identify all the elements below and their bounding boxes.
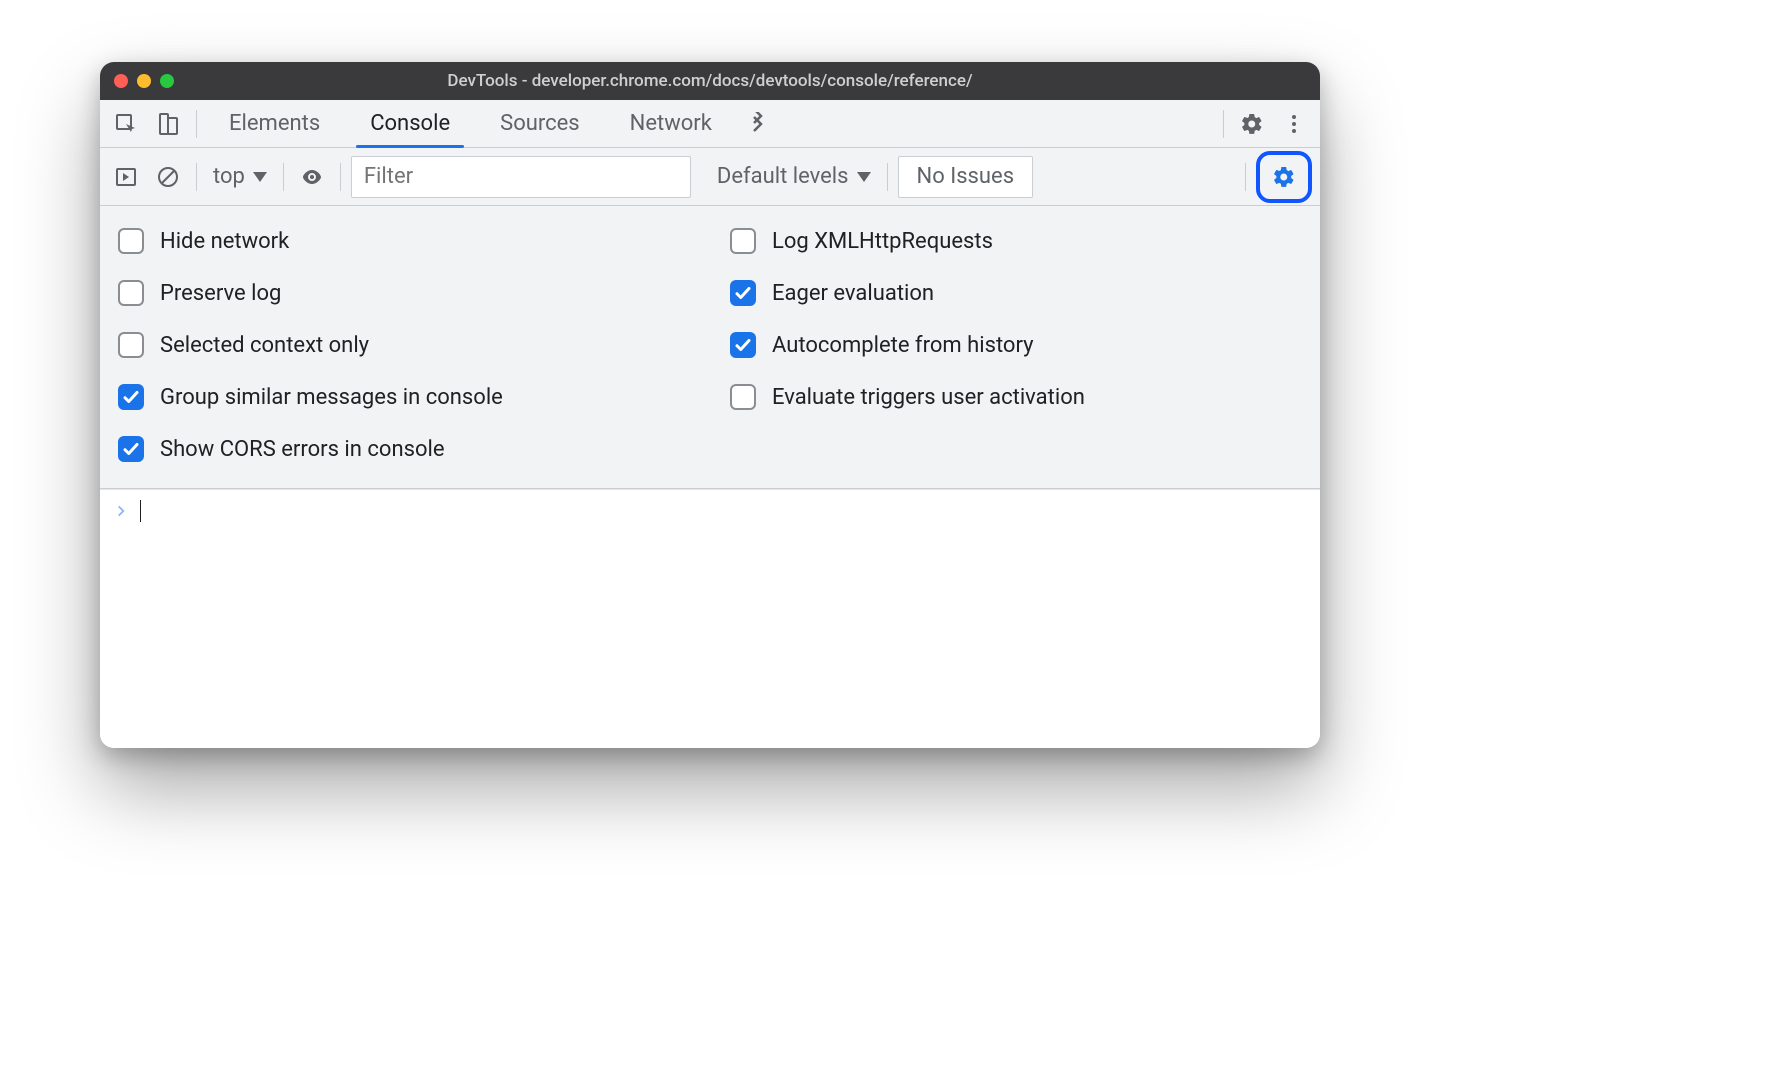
context-selector[interactable]: top xyxy=(207,164,273,189)
tab-label: Elements xyxy=(229,111,320,136)
separator xyxy=(887,163,888,191)
inspect-element-icon[interactable] xyxy=(108,106,144,142)
checkbox-icon xyxy=(118,332,144,358)
chevron-down-icon xyxy=(857,172,871,182)
checkbox-icon xyxy=(118,436,144,462)
log-levels-selector[interactable]: Default levels xyxy=(711,164,877,189)
checkbox-icon xyxy=(118,384,144,410)
tab-label: Network xyxy=(630,111,712,136)
checkbox-icon xyxy=(118,280,144,306)
text-caret xyxy=(140,500,141,522)
checkbox-label: Show CORS errors in console xyxy=(160,437,445,462)
checkbox-preserve-log[interactable]: Preserve log xyxy=(118,280,690,306)
log-levels-label: Default levels xyxy=(717,164,849,189)
console-toolbar: top Default levels No Issues xyxy=(100,148,1320,206)
window-traffic-lights xyxy=(114,74,174,88)
tab-console[interactable]: Console xyxy=(348,100,472,147)
checkbox-label: Hide network xyxy=(160,229,289,254)
separator xyxy=(1223,110,1224,138)
console-prompt[interactable] xyxy=(100,490,1320,532)
console-output-area[interactable] xyxy=(100,489,1320,748)
checkbox-icon xyxy=(730,280,756,306)
separator xyxy=(340,163,341,191)
checkbox-label: Preserve log xyxy=(160,281,281,306)
more-tabs-icon[interactable] xyxy=(740,106,776,142)
window-title: DevTools - developer.chrome.com/docs/dev… xyxy=(100,71,1320,91)
issues-button[interactable]: No Issues xyxy=(898,156,1034,198)
issues-button-label: No Issues xyxy=(917,164,1015,189)
close-window-button[interactable] xyxy=(114,74,128,88)
minimize-window-button[interactable] xyxy=(137,74,151,88)
checkbox-log-xhr[interactable]: Log XMLHttpRequests xyxy=(730,228,1302,254)
separator xyxy=(1245,163,1246,191)
separator xyxy=(196,163,197,191)
devtools-tabstrip: Elements Console Sources Network xyxy=(100,100,1320,148)
checkbox-label: Group similar messages in console xyxy=(160,385,503,410)
tab-sources[interactable]: Sources xyxy=(478,100,602,147)
filter-input[interactable] xyxy=(351,156,691,198)
toggle-device-toolbar-icon[interactable] xyxy=(150,106,186,142)
window-titlebar: DevTools - developer.chrome.com/docs/dev… xyxy=(100,62,1320,100)
checkbox-icon xyxy=(730,332,756,358)
checkbox-group-similar-messages[interactable]: Group similar messages in console xyxy=(118,384,690,410)
devtools-menu-icon[interactable] xyxy=(1276,106,1312,142)
devtools-window: DevTools - developer.chrome.com/docs/dev… xyxy=(100,62,1320,748)
chevron-right-icon xyxy=(114,504,128,518)
tab-network[interactable]: Network xyxy=(608,100,734,147)
checkbox-label: Evaluate triggers user activation xyxy=(772,385,1085,410)
tab-label: Console xyxy=(370,111,450,136)
checkbox-selected-context-only[interactable]: Selected context only xyxy=(118,332,690,358)
checkbox-label: Autocomplete from history xyxy=(772,333,1034,358)
toggle-sidebar-icon[interactable] xyxy=(108,159,144,195)
clear-console-icon[interactable] xyxy=(150,159,186,195)
checkbox-icon xyxy=(730,228,756,254)
checkbox-label: Selected context only xyxy=(160,333,369,358)
console-settings-panel: Hide network Log XMLHttpRequests Preserv… xyxy=(100,206,1320,489)
zoom-window-button[interactable] xyxy=(160,74,174,88)
context-selector-label: top xyxy=(213,164,245,189)
separator xyxy=(196,110,197,138)
separator xyxy=(283,163,284,191)
checkbox-evaluate-triggers-user-activation[interactable]: Evaluate triggers user activation xyxy=(730,384,1302,410)
checkbox-label: Log XMLHttpRequests xyxy=(772,229,993,254)
checkbox-hide-network[interactable]: Hide network xyxy=(118,228,690,254)
checkbox-label: Eager evaluation xyxy=(772,281,934,306)
checkbox-icon xyxy=(730,384,756,410)
tab-elements[interactable]: Elements xyxy=(207,100,342,147)
live-expression-icon[interactable] xyxy=(294,159,330,195)
checkbox-show-cors-errors[interactable]: Show CORS errors in console xyxy=(118,436,690,462)
tab-label: Sources xyxy=(500,111,580,136)
checkbox-eager-evaluation[interactable]: Eager evaluation xyxy=(730,280,1302,306)
chevron-down-icon xyxy=(253,172,267,182)
devtools-settings-icon[interactable] xyxy=(1234,106,1270,142)
console-settings-icon[interactable] xyxy=(1266,159,1302,195)
checkbox-autocomplete-from-history[interactable]: Autocomplete from history xyxy=(730,332,1302,358)
checkbox-icon xyxy=(118,228,144,254)
console-settings-highlight xyxy=(1256,151,1312,203)
